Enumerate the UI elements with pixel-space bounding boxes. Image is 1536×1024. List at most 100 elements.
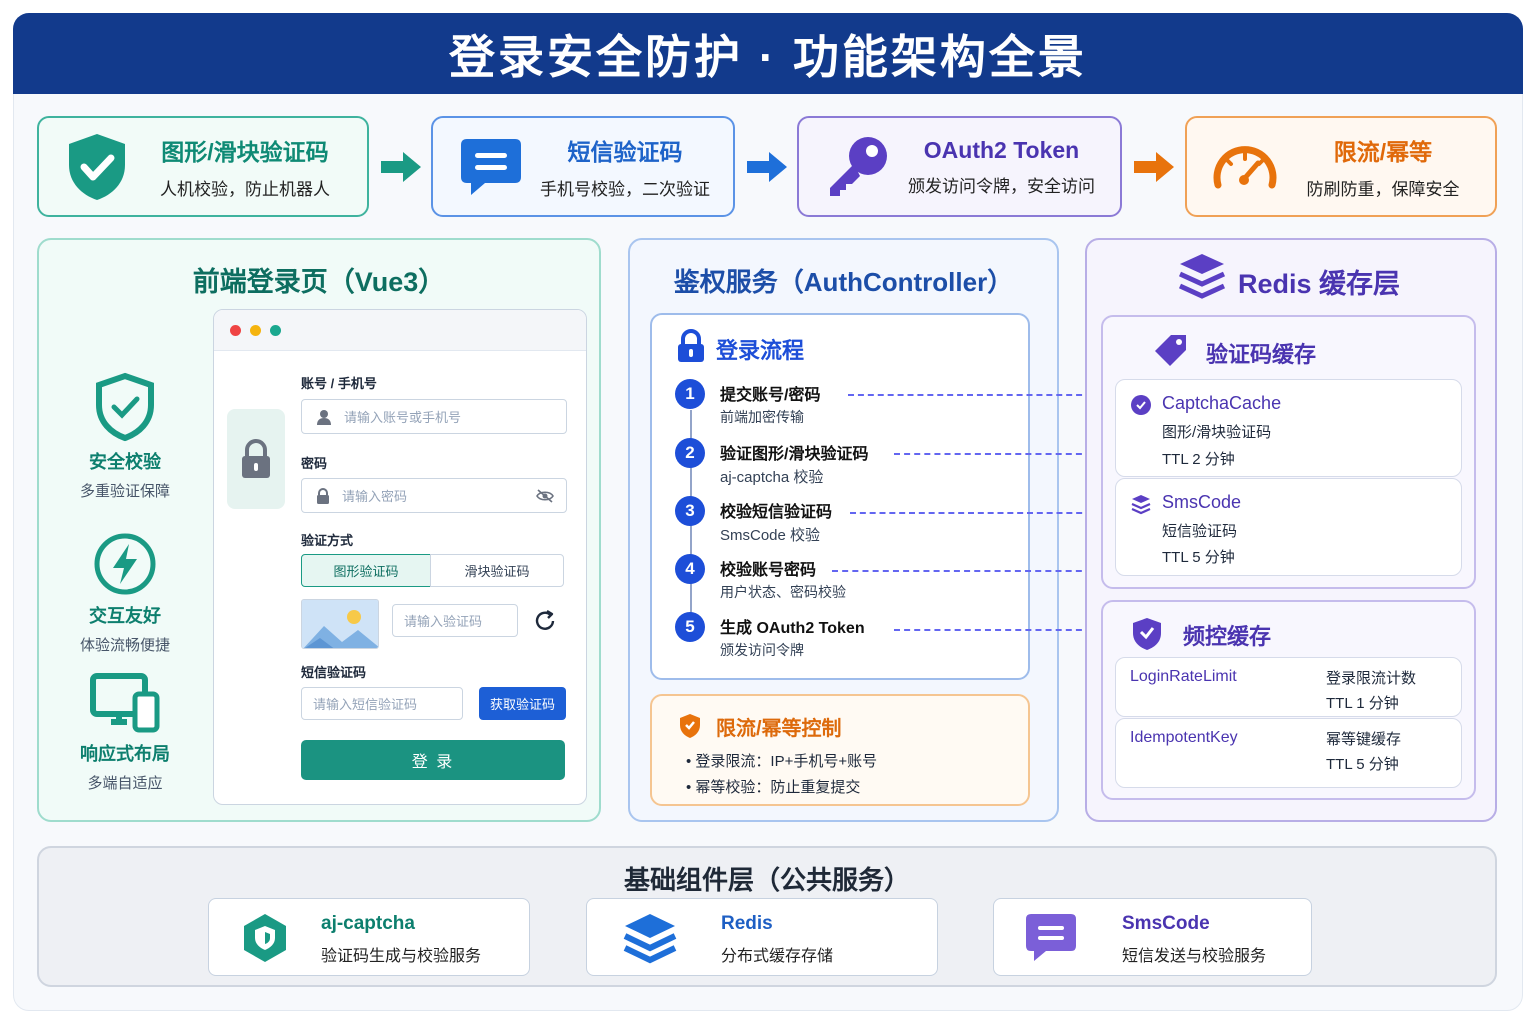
step-desc: 用户状态、密码校验 (720, 584, 846, 600)
component-smscode: SmsCode 短信发送与校验服务 (993, 898, 1312, 976)
step-title: 校验账号密码 (720, 562, 817, 579)
component-desc: 验证码生成与校验服务 (321, 948, 482, 965)
component-name: SmsCode (1122, 913, 1210, 934)
dashed-connector (894, 453, 1092, 455)
layers-icon (1130, 493, 1152, 520)
cache-item-loginratelimit: LoginRateLimit 登录限流计数 TTL 1 分钟 (1115, 657, 1462, 717)
captcha-cache-title: 验证码缓存 (1206, 342, 1317, 367)
login-button[interactable]: 登 录 (301, 740, 565, 780)
flow-card-oauth: OAuth2 Token 颁发访问令牌，安全访问 (797, 116, 1122, 217)
auth-title: 鉴权服务（AuthController） (673, 267, 1014, 297)
speedometer-icon (1205, 127, 1285, 207)
feature-desc: 体验流畅便捷 (79, 637, 170, 654)
rate-limit-item-text: 登录限流：IP+手机号+账号 (695, 753, 878, 770)
captcha-input[interactable]: 请输入验证码 (392, 604, 518, 637)
flow-card-sms: 短信验证码 手机号校验，二次验证 (431, 116, 735, 217)
shield-icon (239, 912, 291, 969)
shield-icon (678, 712, 702, 745)
component-name: Redis (721, 913, 773, 934)
arrow-right-icon (1132, 150, 1176, 184)
password-label: 密码 (301, 456, 328, 471)
refresh-icon[interactable] (532, 608, 558, 634)
step-number: 2 (675, 438, 705, 468)
rate-limit-item: • 幂等校验：防止重复提交 (686, 779, 861, 796)
step-title: 提交账号/密码 (720, 387, 821, 404)
shield-icon (1131, 616, 1163, 657)
account-label: 账号 / 手机号 (301, 376, 377, 391)
frequency-cache-title: 频控缓存 (1183, 624, 1272, 649)
sms-input[interactable]: 请输入短信验证码 (301, 687, 463, 720)
redis-title: Redis 缓存层 (1238, 269, 1401, 299)
step-number: 5 (675, 612, 705, 642)
tab-graphic-captcha[interactable]: 图形验证码 (301, 554, 431, 587)
component-desc: 短信发送与校验服务 (1122, 948, 1267, 965)
badge-check-icon (1130, 394, 1152, 421)
flow-card-title: OAuth2 Token (923, 136, 1080, 163)
component-desc: 分布式缓存存储 (721, 948, 834, 965)
login-window-mock: 账号 / 手机号 请输入账号或手机号 密码 请输入密码 验证方式 图形验证码 滑… (213, 309, 587, 805)
cache-item-name: IdempotentKey (1130, 729, 1238, 746)
cache-item-ttl: TTL 2 分钟 (1162, 451, 1235, 468)
base-layer-title: 基础组件层（公共服务） (623, 865, 910, 895)
flow-card-title: 限流/幂等 (1333, 139, 1433, 165)
flow-card-captcha: 图形/滑块验证码 人机校验，防止机器人 (37, 116, 369, 217)
message-icon (451, 127, 531, 207)
feature-title: 安全校验 (89, 452, 161, 472)
window-close-dot (230, 325, 241, 336)
window-minimize-dot (250, 325, 261, 336)
step-number: 4 (675, 554, 705, 584)
feature-desc: 多重验证保障 (79, 483, 170, 500)
feature-security: 安全校验 多重验证保障 (55, 372, 195, 501)
dashed-connector (850, 512, 1092, 514)
step-number: 3 (675, 496, 705, 526)
user-icon (316, 409, 332, 425)
arrow-right-icon (379, 150, 423, 184)
tab-slider-captcha[interactable]: 滑块验证码 (430, 554, 564, 587)
eye-off-icon[interactable] (536, 488, 554, 503)
sms-placeholder: 请输入短信验证码 (313, 697, 418, 712)
step-desc: 颁发访问令牌 (720, 642, 804, 658)
cache-item-desc: 图形/滑块验证码 (1162, 424, 1272, 441)
shield-check-icon (57, 127, 137, 207)
captcha-image (301, 599, 379, 649)
lock-icon (676, 329, 706, 363)
flow-card-title: 图形/滑块验证码 (161, 139, 329, 165)
rate-limit-item-text: 幂等校验：防止重复提交 (695, 779, 861, 796)
feature-title: 交互友好 (89, 606, 161, 626)
verify-method-label: 验证方式 (301, 533, 354, 548)
rate-limit-card: 限流/幂等控制 • 登录限流：IP+手机号+账号 • 幂等校验：防止重复提交 (650, 694, 1030, 806)
step-desc: 前端加密传输 (720, 409, 804, 425)
cache-item-ttl: TTL 5 分钟 (1162, 549, 1235, 566)
step-title: 生成 OAuth2 Token (720, 620, 865, 637)
window-titlebar (214, 310, 586, 351)
password-input[interactable]: 请输入密码 (301, 478, 567, 513)
step-desc: aj-captcha 校验 (720, 469, 824, 486)
rate-limit-title: 限流/幂等控制 (716, 718, 842, 740)
step-desc: SmsCode 校验 (720, 527, 821, 544)
shield-icon (55, 372, 195, 442)
lightning-icon (55, 532, 195, 596)
component-redis: Redis 分布式缓存存储 (586, 898, 938, 976)
captcha-placeholder: 请输入验证码 (404, 614, 483, 629)
tag-icon (1153, 333, 1189, 374)
step-number: 1 (675, 379, 705, 409)
get-sms-code-button[interactable]: 获取验证码 (479, 687, 566, 720)
feature-title: 响应式布局 (80, 744, 170, 764)
step-title: 校验短信验证码 (720, 504, 833, 521)
lock-icon (227, 409, 285, 509)
cache-item-desc: 登录限流计数 (1326, 670, 1417, 687)
dashed-connector (848, 394, 1092, 396)
page-title: 登录安全防护 · 功能架构全景 (449, 30, 1087, 83)
step-title: 验证图形/滑块验证码 (720, 446, 869, 463)
cache-item-smscode: SmsCode 短信验证码 TTL 5 分钟 (1115, 478, 1462, 576)
account-input[interactable]: 请输入账号或手机号 (301, 399, 567, 434)
cache-item-desc: 幂等键缓存 (1326, 731, 1402, 748)
cache-item-ttl: TTL 1 分钟 (1326, 695, 1399, 712)
dashed-connector (894, 629, 1092, 631)
flow-card-desc: 人机校验，防止机器人 (160, 180, 330, 199)
login-flow-title: 登录流程 (716, 338, 805, 363)
flow-card-desc: 手机号校验，二次验证 (540, 180, 710, 199)
flow-card-desc: 防刷防重，保障安全 (1306, 180, 1460, 199)
cache-item-captchacache: CaptchaCache 图形/滑块验证码 TTL 2 分钟 (1115, 379, 1462, 477)
window-maximize-dot (270, 325, 281, 336)
